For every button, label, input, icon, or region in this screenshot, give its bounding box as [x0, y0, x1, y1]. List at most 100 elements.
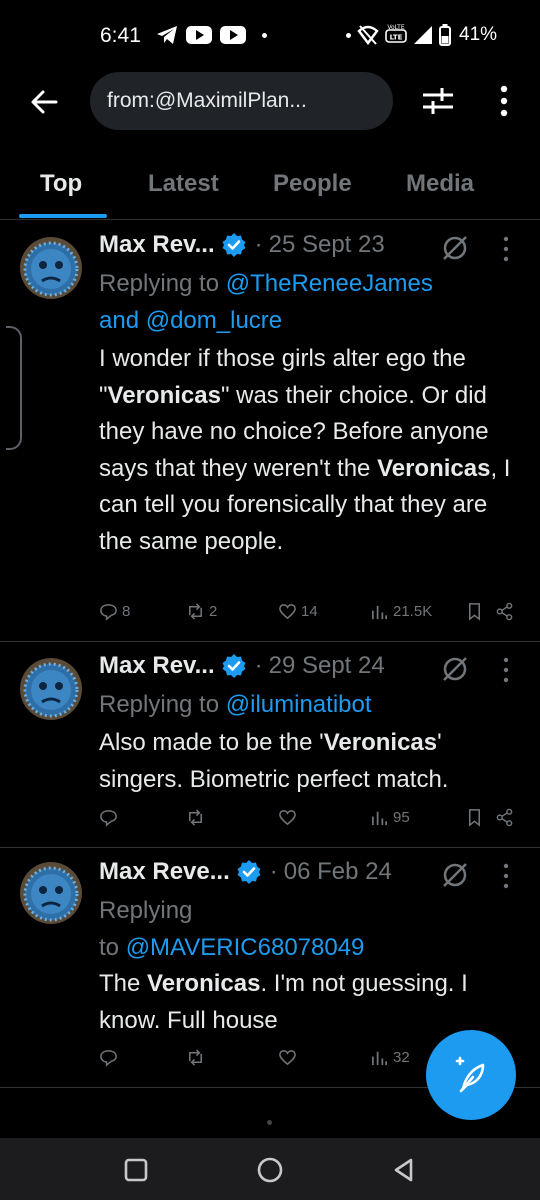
more-notifications-dot: [262, 32, 267, 38]
heart-icon: [279, 604, 296, 620]
recents-square-icon[interactable]: [122, 1156, 150, 1184]
like-button[interactable]: 14: [278, 602, 318, 621]
like-button[interactable]: [278, 808, 301, 827]
more-vertical-icon[interactable]: [492, 83, 516, 119]
share-icon: [496, 602, 513, 621]
tab-media[interactable]: Media: [406, 170, 474, 198]
post-more-icon[interactable]: [500, 235, 512, 263]
repost-button[interactable]: [186, 1048, 209, 1067]
page-indicator: [267, 1120, 272, 1125]
post-date[interactable]: 25 Sept 23: [269, 231, 385, 259]
views-button[interactable]: 32: [370, 1048, 410, 1067]
mention-link[interactable]: @MAVERIC68078049: [126, 934, 365, 961]
body-bold: Veronicas: [377, 454, 491, 482]
replying-prefix: Replying: [99, 897, 193, 924]
notification-icons: [156, 25, 267, 45]
sliders-icon[interactable]: [420, 83, 456, 119]
grok-icon[interactable]: [440, 233, 470, 263]
tab-latest[interactable]: Latest: [148, 170, 219, 198]
svg-text:VoLTE: VoLTE: [387, 24, 404, 31]
separator: ·: [254, 231, 263, 258]
status-dot: [346, 32, 351, 38]
body-text: The: [99, 970, 148, 997]
mention-link[interactable]: @iluminatibot: [226, 691, 372, 718]
reply-icon: [100, 604, 117, 621]
tab-people[interactable]: People: [273, 170, 352, 198]
battery-icon: [439, 24, 451, 46]
verified-badge-icon: [222, 233, 246, 257]
view-count: 21.5K: [393, 603, 433, 620]
post-more-icon[interactable]: [500, 656, 512, 684]
youtube-icon-2: [220, 26, 246, 44]
replying-prefix: Replying to: [99, 270, 220, 297]
bookmark-icon: [468, 809, 481, 827]
search-input[interactable]: from:@MaximilPlan...: [90, 72, 393, 130]
view-count: 32: [393, 1049, 410, 1066]
like-button[interactable]: [278, 1048, 301, 1067]
active-tab-indicator: [19, 214, 107, 218]
post-actions: 8 2 14 21.5K: [0, 602, 540, 632]
post-actions: 95: [0, 808, 540, 838]
verified-badge-icon: [237, 860, 261, 884]
back-arrow-icon[interactable]: [26, 84, 62, 120]
battery-percent: 41%: [459, 24, 498, 45]
search-query: from:@MaximilPlan...: [107, 89, 307, 112]
mention-link[interactable]: @TheReneeJames: [226, 270, 433, 297]
repost-button[interactable]: [186, 808, 209, 827]
body-bold: Veronicas: [107, 381, 221, 409]
post-body: Also made to be the 'Veronicas' singers.…: [99, 725, 524, 798]
avatar[interactable]: [20, 237, 82, 299]
repost-count: 2: [209, 603, 218, 620]
replying-prefix: Replying to: [99, 691, 220, 718]
post-date[interactable]: 29 Sept 24: [269, 652, 385, 680]
reply-count: 8: [122, 603, 131, 620]
grok-icon[interactable]: [440, 654, 470, 684]
views-button[interactable]: 95: [370, 808, 410, 827]
separator: ·: [269, 858, 278, 885]
reply-button[interactable]: 8: [99, 602, 130, 621]
signal-icon: [414, 26, 432, 44]
post-header: Max Reve... · 06 Feb 24: [99, 858, 392, 886]
repost-icon: [189, 603, 202, 620]
replying-to: Replying to @MAVERIC68078049: [99, 892, 519, 966]
author-name[interactable]: Max Rev...: [99, 652, 215, 680]
compose-button[interactable]: [426, 1030, 516, 1120]
view-count: 95: [393, 809, 410, 826]
telegram-icon: [157, 26, 177, 44]
grok-icon[interactable]: [440, 860, 470, 890]
repost-button[interactable]: 2: [186, 602, 217, 621]
bookmark-button[interactable]: [465, 808, 484, 827]
reply-button[interactable]: [99, 808, 122, 827]
post-date[interactable]: 06 Feb 24: [284, 858, 392, 886]
views-icon: [371, 1051, 388, 1066]
search-header: from:@MaximilPlan...: [0, 70, 540, 136]
avatar[interactable]: [20, 862, 82, 924]
mention-link[interactable]: @dom_lucre: [146, 307, 282, 334]
reply-icon: [100, 1050, 117, 1067]
heart-icon: [279, 810, 296, 826]
bookmark-button[interactable]: [465, 602, 484, 621]
post[interactable]: Max Rev... · 29 Sept 24 Replying to @ilu…: [0, 642, 540, 848]
author-name[interactable]: Max Reve...: [99, 858, 230, 886]
home-circle-icon[interactable]: [256, 1156, 284, 1184]
share-button[interactable]: [495, 808, 514, 827]
share-icon: [496, 808, 513, 827]
post-more-icon[interactable]: [500, 862, 512, 890]
post[interactable]: Max Rev... · 25 Sept 23 Replying to @The…: [0, 221, 540, 642]
tab-top[interactable]: Top: [40, 170, 82, 198]
back-triangle-icon[interactable]: [390, 1156, 418, 1184]
youtube-icon: [186, 26, 212, 44]
compose-feather-icon: [455, 1056, 485, 1093]
post-header: Max Rev... · 25 Sept 23: [99, 231, 385, 259]
share-button[interactable]: [495, 602, 514, 621]
reply-button[interactable]: [99, 1048, 122, 1067]
avatar[interactable]: [20, 658, 82, 720]
repost-icon: [189, 1049, 202, 1066]
separator: ·: [254, 652, 263, 679]
views-button[interactable]: 21.5K: [370, 602, 432, 621]
post-body: The Veronicas. I'm not guessing. I know.…: [99, 966, 524, 1039]
svg-text:LTE: LTE: [390, 34, 403, 42]
volte-icon: LTE VoLTE: [385, 24, 407, 43]
author-name[interactable]: Max Rev...: [99, 231, 215, 259]
system-icons: LTE VoLTE 41%: [346, 24, 497, 46]
